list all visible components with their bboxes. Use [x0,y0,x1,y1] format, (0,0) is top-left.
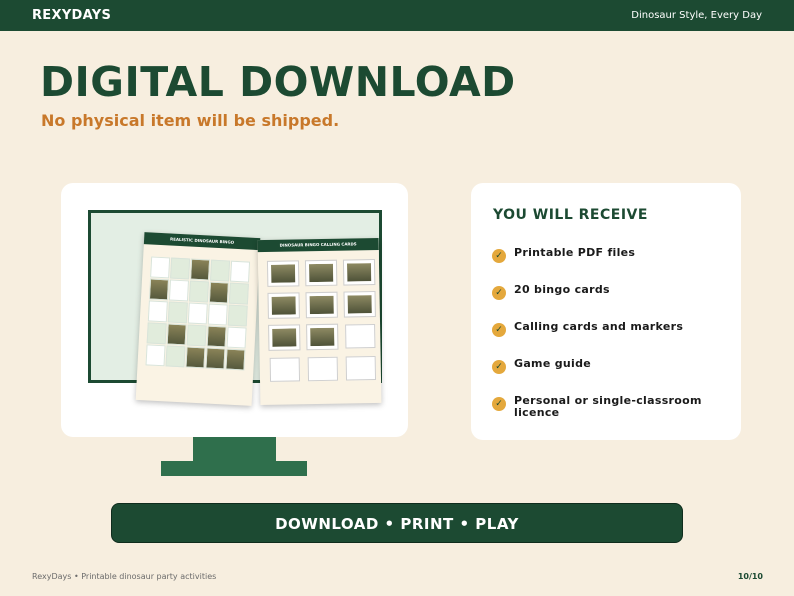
calling-cards-grid [266,259,377,382]
receive-title: YOU WILL RECEIVE [493,207,648,223]
receive-item: ✓ Calling cards and markers [492,321,722,337]
bingo-grid [145,256,251,371]
receive-item-label: Personal or single-classroom licence [514,394,702,419]
receive-item: ✓ Game guide [492,358,722,374]
check-icon: ✓ [492,397,506,411]
receive-item: ✓ 20 bingo cards [492,284,722,300]
page-number: 10/10 [737,572,763,581]
check-icon: ✓ [492,360,506,374]
brand-logo: REXYDAYS [32,8,112,23]
receive-item: ✓ Personal or single-classroom licence [492,395,707,419]
page-title: DIGITAL DOWNLOAD [40,58,516,106]
receive-item-label: Calling cards and markers [514,320,684,333]
check-icon: ✓ [492,323,506,337]
check-icon: ✓ [492,286,506,300]
monitor-stand-base [161,461,307,476]
top-bar: REXYDAYS Dinosaur Style, Every Day [0,0,794,31]
bingo-card-preview: REALISTIC DINOSAUR BINGO [135,232,261,406]
download-print-play-button[interactable]: DOWNLOAD • PRINT • PLAY [111,503,683,543]
check-icon: ✓ [492,249,506,263]
receive-item-label: Printable PDF files [514,246,636,259]
monitor-stand-neck [193,437,276,462]
receive-item-label: 20 bingo cards [514,283,610,296]
calling-cards-preview: DINOSAUR BINGO CALLING CARDS [257,237,382,406]
calling-cards-title: DINOSAUR BINGO CALLING CARDS [257,237,379,253]
receive-item-label: Game guide [514,357,592,370]
page-subtitle: No physical item will be shipped. [41,111,340,130]
receive-item: ✓ Printable PDF files [492,247,722,263]
footer-text: RexyDays • Printable dinosaur party acti… [32,572,217,581]
tagline: Dinosaur Style, Every Day [631,10,762,21]
